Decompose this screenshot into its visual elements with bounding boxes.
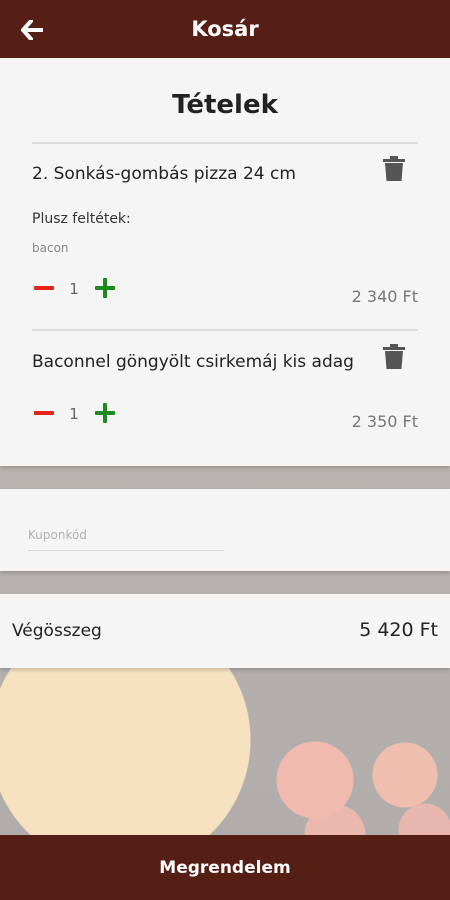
increase-quantity-button[interactable] [94, 277, 116, 299]
quantity-value: 1 [69, 280, 79, 298]
decrease-quantity-button[interactable] [33, 277, 55, 299]
place-order-label: Megrendelem [159, 857, 291, 878]
item-name: 2. Sonkás-gombás pizza 24 cm [32, 164, 296, 184]
total-value: 5 420 Ft [359, 619, 438, 641]
item-price: 2 340 Ft [351, 287, 418, 306]
extras-label: Plusz feltétek: [32, 211, 131, 227]
increase-quantity-button[interactable] [94, 402, 116, 424]
back-button[interactable] [18, 16, 46, 44]
trash-icon [383, 344, 405, 369]
item-price: 2 350 Ft [351, 412, 418, 431]
delete-item-button[interactable] [382, 156, 406, 182]
delete-item-button[interactable] [382, 344, 406, 370]
cart-items-card: Tételek 2. Sonkás-gombás pizza 24 cm Plu… [0, 58, 450, 466]
trash-icon [383, 156, 405, 181]
arrow-left-icon [21, 20, 43, 40]
divider [32, 329, 418, 331]
quantity-value: 1 [69, 405, 79, 423]
total-label: Végösszeg [12, 621, 102, 641]
section-title: Tételek [172, 90, 278, 120]
coupon-code-input[interactable] [28, 519, 224, 551]
app-header: Kosár [0, 0, 450, 58]
divider [32, 142, 418, 144]
decrease-quantity-button[interactable] [33, 402, 55, 424]
place-order-button[interactable]: Megrendelem [0, 835, 450, 900]
extras-value: bacon [32, 241, 69, 255]
coupon-card [0, 489, 450, 571]
page-title: Kosár [191, 17, 259, 41]
item-name: Baconnel göngyölt csirkemáj kis adag [32, 352, 354, 372]
total-card: Végösszeg 5 420 Ft [0, 594, 450, 668]
